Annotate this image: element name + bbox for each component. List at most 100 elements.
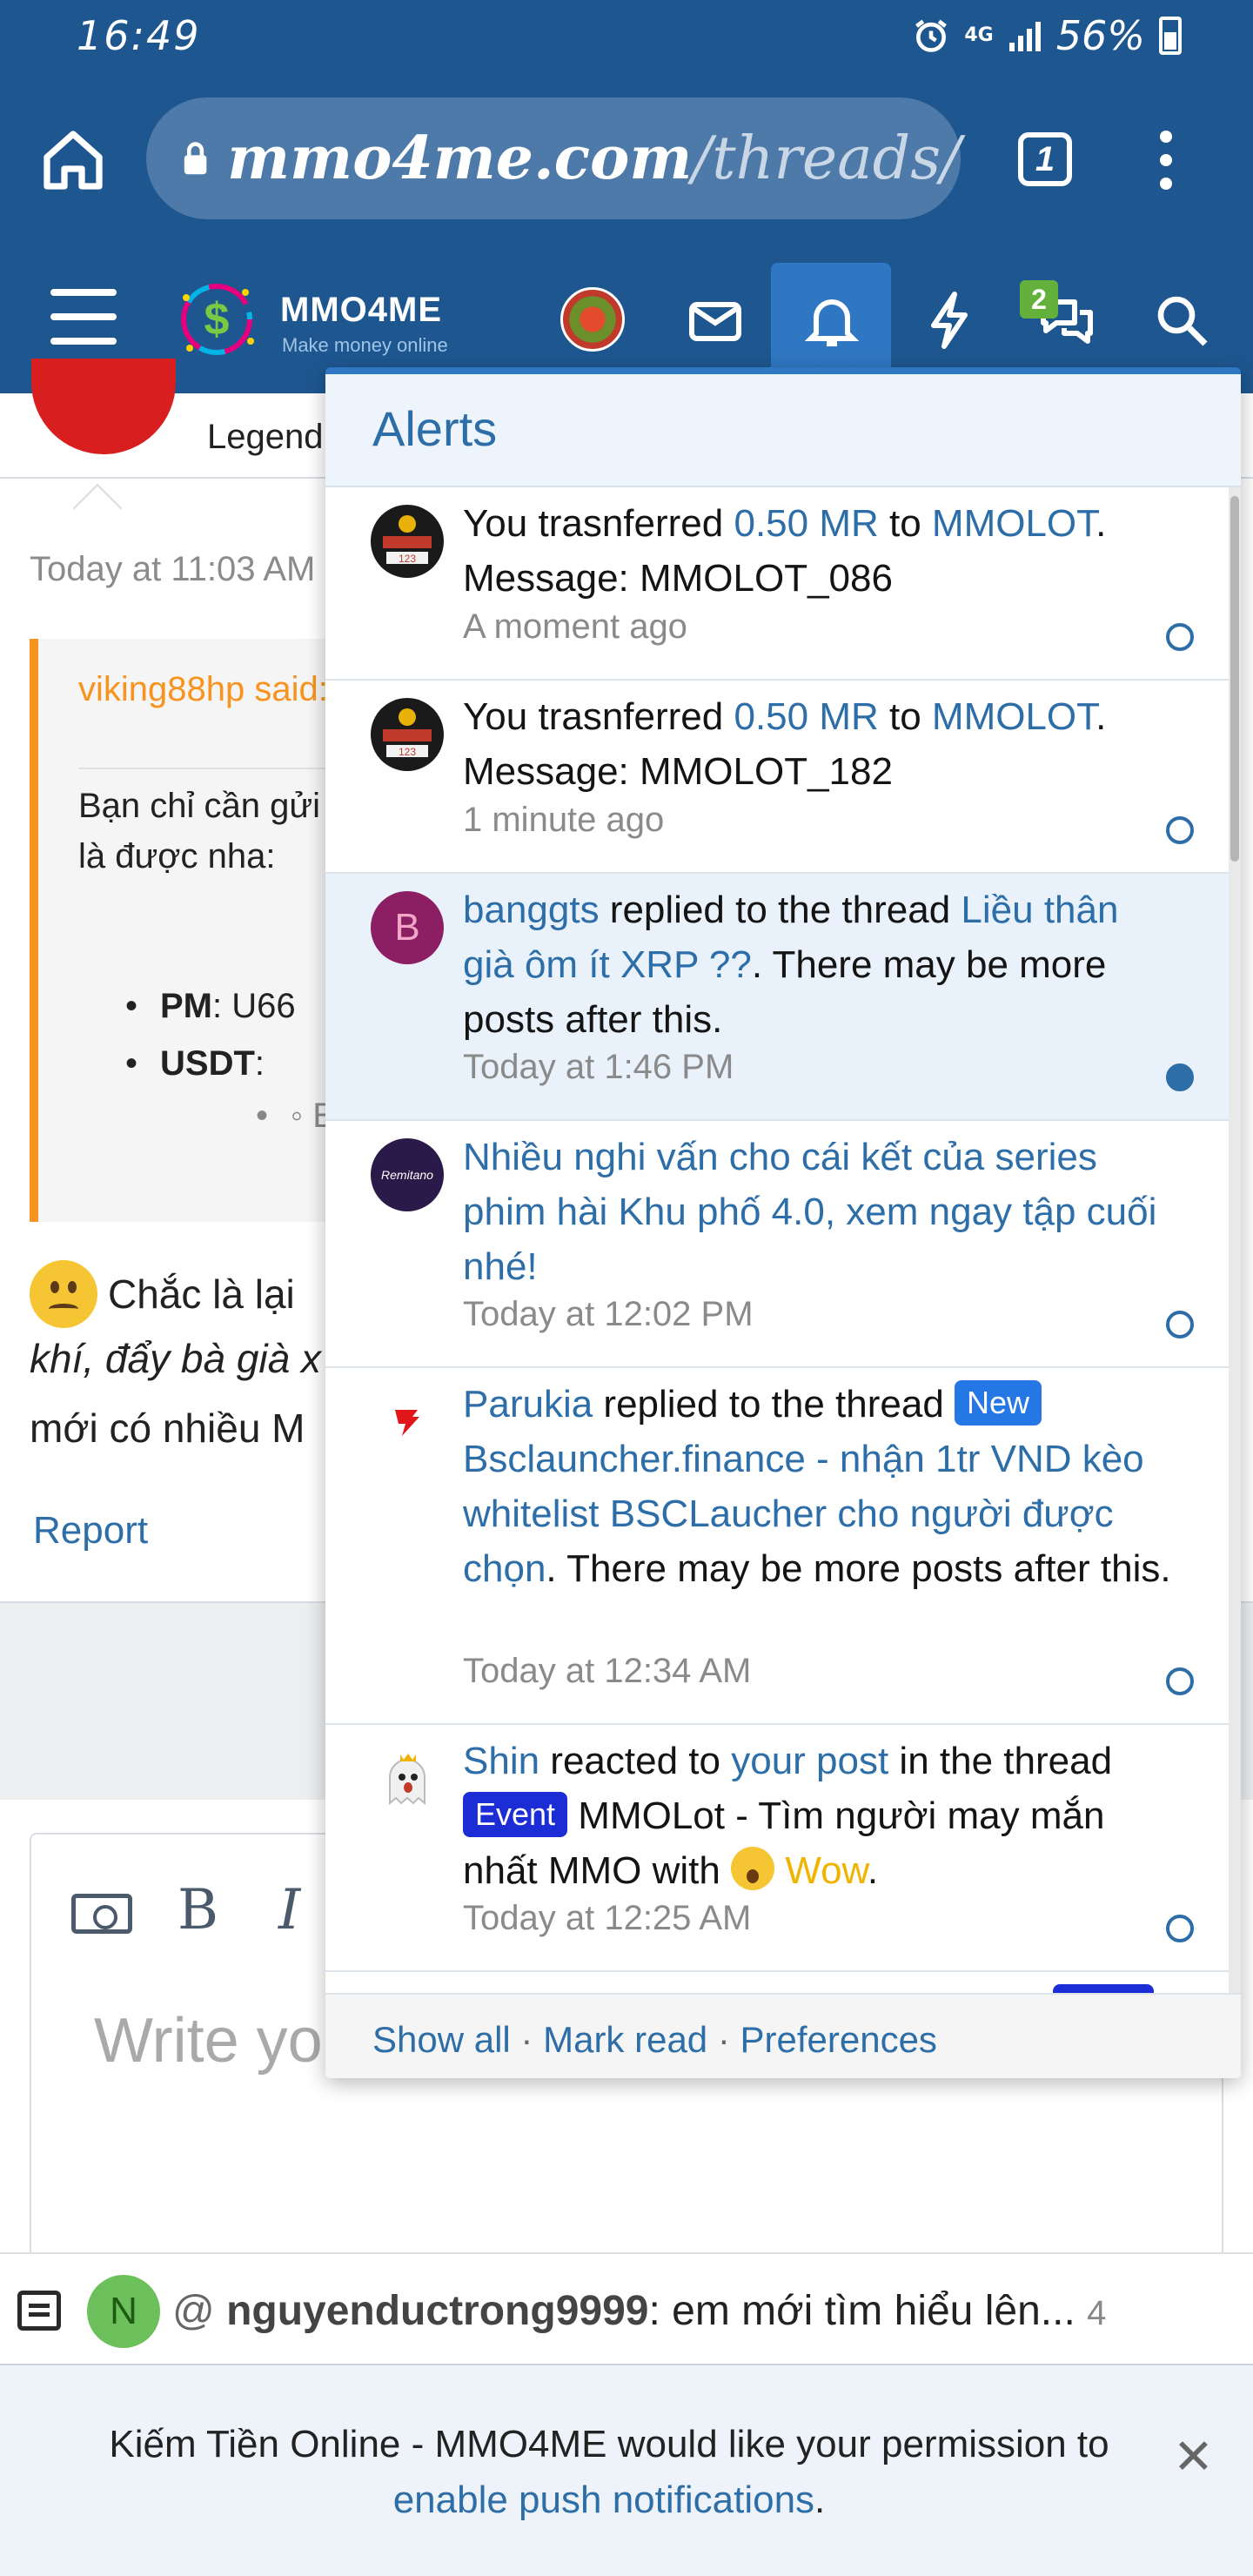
remitano-avatar[interactable]: Remitano (371, 1138, 444, 1211)
search-icon[interactable] (1150, 289, 1213, 352)
tab-switcher-button[interactable]: 1 (1018, 132, 1072, 186)
hamburger-menu-icon[interactable] (50, 289, 117, 345)
alert-time: A moment ago (463, 607, 687, 646)
alert-post: . There may be more posts after this. (546, 1547, 1171, 1590)
enable-push-link[interactable]: enable push notifications (393, 2479, 814, 2521)
alert-item[interactable]: Shin reacted to your post in the thread … (325, 1725, 1229, 1972)
alert-recipient-link[interactable]: MMOLOT (932, 502, 1096, 545)
site-logo[interactable]: $ MMO4ME Make money online (169, 272, 465, 367)
mark-read-toggle[interactable] (1166, 1667, 1194, 1695)
alert-article-link[interactable]: Nhiều nghi vấn cho cái kết của series ph… (463, 1136, 1156, 1288)
address-bar[interactable]: mmo4me.com/threads/ (146, 97, 961, 219)
alert-user-link[interactable]: Parukia (463, 1383, 593, 1426)
user-avatar[interactable]: B (371, 891, 444, 964)
post-text-line3: mới có nhiều M (30, 1405, 305, 1451)
chat-message[interactable]: @ nguyenductrong9999: em mới tìm hiểu lê… (172, 2287, 1106, 2335)
parukia-avatar-icon[interactable] (371, 1385, 444, 1459)
push-permission-banner: Kiếm Tiền Online - MMO4ME would like you… (0, 2364, 1253, 2576)
alert-item[interactable]: B banggts replied to the thread Liều thâ… (325, 874, 1229, 1121)
alert-text: Nhiều nghi vấn cho cái kết của series ph… (463, 1130, 1176, 1294)
alert-post-link[interactable]: your post (731, 1740, 888, 1782)
bold-button[interactable]: B (178, 1878, 218, 1942)
alert-text: Parukia replied to the thread New Bsclau… (463, 1377, 1176, 1596)
post-author-avatar[interactable] (31, 359, 176, 454)
post-pointer (72, 483, 123, 533)
alert-text: banggts replied to the thread Liều thân … (463, 882, 1176, 1047)
alert-item[interactable]: Parukia replied to the thread New Bsclau… (325, 1368, 1229, 1725)
alert-mid: replied to the thread (599, 889, 962, 931)
ghost-avatar-icon[interactable] (371, 1742, 444, 1815)
alert-text: You trasnferred 0.50 MR to MMOLOT. Messa… (463, 496, 1176, 606)
home-icon[interactable] (38, 125, 108, 195)
lightning-icon[interactable] (921, 289, 983, 352)
thread-prefix-new: New (955, 1380, 1042, 1426)
alert-user-link[interactable]: banggts (463, 889, 600, 931)
alert-recipient-link[interactable]: MMOLOT (932, 695, 1096, 738)
thread-prefix-event: Event (463, 1792, 568, 1837)
quote-author[interactable]: viking88hp said: (78, 670, 328, 709)
alert-time: 1 minute ago (463, 801, 665, 839)
bigwin-avatar-icon[interactable]: 123 (371, 505, 444, 578)
alert-mid: reacted to (539, 1740, 732, 1782)
alert-time: Today at 1:46 PM (463, 1048, 734, 1086)
alerts-footer: Show all · Mark read · Preferences (325, 1993, 1241, 2078)
bell-icon[interactable] (801, 289, 863, 352)
alert-item[interactable]: 123 You trasnferred 0.50 MR to MMOLOT. M… (325, 681, 1229, 874)
alerts-scrollbar[interactable] (1229, 487, 1241, 1993)
battery-icon (1159, 17, 1182, 55)
alert-item[interactable]: Remitano Nhiều nghi vấn cho cái kết của … (325, 1121, 1229, 1368)
preferences-link[interactable]: Preferences (740, 2019, 936, 2060)
chat-count: 4 (1087, 2294, 1107, 2332)
url-host: mmo4me.com (227, 124, 693, 193)
list-item-value: : (254, 1044, 265, 1083)
alert-pre: You trasnferred (463, 695, 734, 738)
footer-separator: · (707, 2019, 740, 2060)
user-avatar[interactable] (560, 287, 625, 352)
close-icon[interactable]: ✕ (1173, 2428, 1214, 2485)
italic-button[interactable]: I (278, 1878, 300, 1942)
bigwin-avatar-icon[interactable]: 123 (371, 698, 444, 771)
mark-read-toggle[interactable] (1166, 1915, 1194, 1942)
mark-read-toggle[interactable] (1166, 816, 1194, 844)
chat-text: : em mới tìm hiểu lên... (648, 2288, 1075, 2334)
alerts-footer-links: Show all · Mark read · Preferences (372, 2019, 937, 2061)
alert-mid2: in the thread (888, 1740, 1113, 1782)
chat-icon[interactable] (17, 2291, 61, 2331)
alert-user-link[interactable]: Shin (463, 1740, 539, 1782)
alert-time: Today at 12:34 AM (463, 1652, 752, 1690)
chat-preview-bar[interactable]: N @ nguyenductrong9999: em mới tìm hiểu … (0, 2252, 1253, 2364)
money-icon[interactable] (71, 1894, 132, 1934)
svg-text:123: 123 (399, 746, 416, 758)
reaction-label: Wow (785, 1849, 868, 1892)
browser-menu-icon[interactable] (1147, 131, 1185, 190)
alert-pre: You trasnferred (463, 502, 734, 545)
alert-amount-link[interactable]: 0.50 MR (734, 502, 878, 545)
show-all-link[interactable]: Show all (372, 2019, 511, 2060)
quote-text-line2: là được nha: (78, 837, 276, 875)
alert-mid: replied to the thread (593, 1383, 955, 1426)
wow-emoji-icon (731, 1847, 775, 1890)
alerts-header: Alerts (325, 374, 1241, 487)
post-date[interactable]: Today at 11:03 AM (30, 550, 315, 589)
alert-item[interactable]: 123 You trasnferred 0.50 MR to MMOLOT. M… (325, 487, 1229, 681)
mark-read-toggle[interactable] (1166, 1063, 1194, 1091)
battery-percent: 56% (1055, 12, 1145, 59)
mark-read-toggle[interactable] (1166, 623, 1194, 651)
chat-user-avatar[interactable]: N (87, 2275, 160, 2348)
post-text-line1: Chắc là lại (108, 1271, 295, 1317)
url-text[interactable]: mmo4me.com/threads/ (227, 124, 961, 193)
post-author-title: Legend (207, 418, 324, 456)
mark-read-toggle[interactable] (1166, 1311, 1194, 1338)
alert-item-partial[interactable] (325, 1972, 1229, 1993)
signal-icon (1008, 22, 1041, 51)
editor-placeholder[interactable]: Write yo (94, 2005, 323, 2076)
mark-read-link[interactable]: Mark read (543, 2019, 707, 2060)
chat-at: @ (172, 2288, 227, 2334)
alert-amount-link[interactable]: 0.50 MR (734, 695, 878, 738)
alert-time: Today at 12:25 AM (463, 1899, 752, 1937)
alert-mid: to (878, 502, 932, 545)
inbox-icon[interactable] (684, 289, 747, 352)
push-banner-text: Kiếm Tiền Online - MMO4ME would like you… (109, 2423, 1109, 2465)
report-link[interactable]: Report (33, 1509, 148, 1553)
list-item-label: PM (160, 987, 212, 1025)
